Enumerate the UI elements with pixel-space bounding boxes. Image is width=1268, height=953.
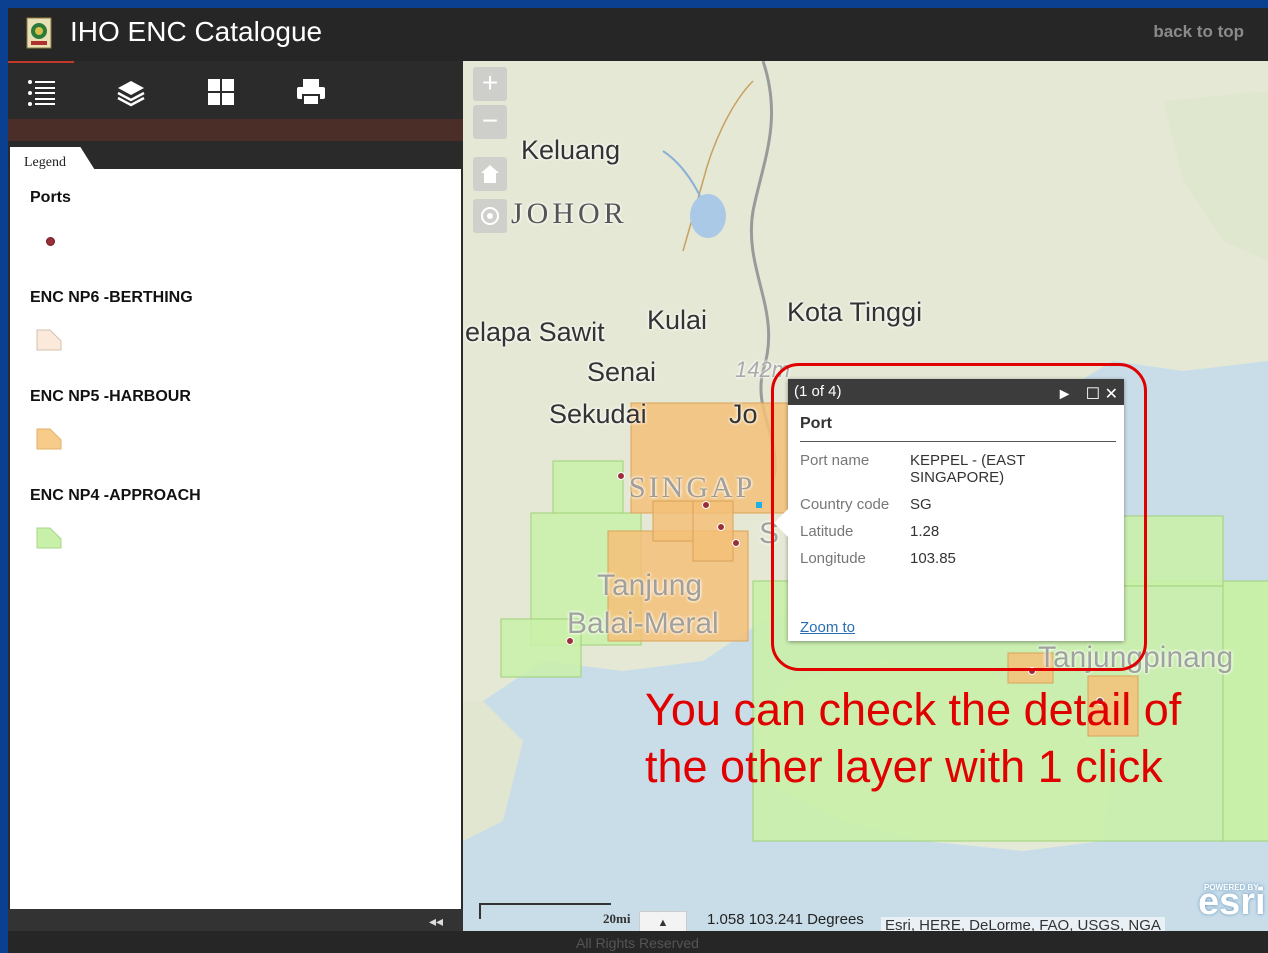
layers-icon[interactable] bbox=[114, 75, 148, 109]
esri-logo: POWERED BY esri bbox=[1198, 881, 1266, 924]
legend-layer-title: ENC NP5 -HARBOUR bbox=[30, 388, 191, 405]
place-label: JOHOR bbox=[511, 197, 628, 230]
side-panel: Legend Ports ENC NP6 -BERTHING ENC NP5 -… bbox=[8, 61, 463, 933]
coordinate-toggle-button[interactable]: ▲ bbox=[639, 911, 687, 931]
approach-polygon-symbol bbox=[36, 527, 62, 549]
panel-footer: ◂◂ bbox=[8, 909, 463, 933]
home-button[interactable] bbox=[473, 157, 507, 191]
legend-layer-title: Ports bbox=[30, 189, 71, 206]
annotation-text: You can check the detail of the other la… bbox=[645, 681, 1181, 795]
print-icon[interactable] bbox=[294, 75, 328, 109]
berthing-polygon-symbol bbox=[36, 329, 62, 351]
esri-powered-label: POWERED BY bbox=[1204, 883, 1259, 892]
locate-icon bbox=[481, 207, 499, 225]
legend-icon[interactable] bbox=[24, 75, 58, 109]
coordinate-readout: 1.058 103.241 Degrees bbox=[707, 911, 864, 928]
legend-layer-title: ENC NP4 -APPROACH bbox=[30, 487, 201, 504]
iho-logo-icon bbox=[26, 17, 52, 49]
place-label: Balai-Meral bbox=[567, 607, 719, 640]
place-label: Kota Tinggi bbox=[787, 297, 923, 327]
scale-label: 20mi bbox=[603, 911, 631, 926]
place-label: Jo bbox=[729, 399, 758, 429]
locate-button[interactable] bbox=[473, 199, 507, 233]
port-point-symbol bbox=[46, 237, 55, 246]
panel-title-bar bbox=[8, 119, 463, 141]
place-label: Tanjung bbox=[597, 569, 703, 602]
zoom-in-button[interactable]: + bbox=[473, 67, 507, 101]
place-label: Kulai bbox=[647, 305, 708, 335]
page-footer: All Rights Reserved bbox=[8, 931, 1268, 953]
annotation-line: You can check the detail of bbox=[645, 684, 1182, 735]
panel-toolbar bbox=[8, 61, 463, 119]
legend-layer-title: ENC NP6 -BERTHING bbox=[30, 289, 193, 306]
legend-content: Ports ENC NP6 -BERTHING ENC NP5 -HARBOUR… bbox=[10, 169, 461, 909]
place-label: Senai bbox=[587, 357, 657, 387]
place-label: SINGAP bbox=[629, 471, 756, 504]
zoom-out-button[interactable]: − bbox=[473, 105, 507, 139]
annotation-line: the other layer with 1 click bbox=[645, 741, 1163, 792]
footer-text: All Rights Reserved bbox=[576, 935, 699, 951]
app-title: IHO ENC Catalogue bbox=[70, 16, 323, 47]
place-label: Sekudai bbox=[549, 399, 647, 429]
scale-bar bbox=[479, 903, 611, 919]
map-view[interactable]: Keluang JOHOR Kulai Kota Tinggi elapa Sa… bbox=[463, 61, 1268, 931]
place-label: elapa Sawit bbox=[465, 317, 605, 347]
annotation-highlight-box bbox=[771, 363, 1147, 671]
active-tab-indicator bbox=[8, 61, 74, 63]
home-icon bbox=[481, 165, 499, 183]
collapse-panel-icon[interactable]: ◂◂ bbox=[429, 913, 443, 930]
back-to-top-link[interactable]: back to top bbox=[1153, 22, 1244, 42]
harbour-polygon-symbol bbox=[36, 428, 62, 450]
map-attribution: Esri, HERE, DeLorme, FAO, USGS, NGA bbox=[881, 917, 1165, 931]
basemap-gallery-icon[interactable] bbox=[204, 75, 238, 109]
app-header: IHO ENC Catalogue back to top bbox=[8, 8, 1268, 61]
place-label: Keluang bbox=[521, 135, 621, 165]
app-frame: IHO ENC Catalogue back to top Legend Por… bbox=[8, 8, 1268, 953]
